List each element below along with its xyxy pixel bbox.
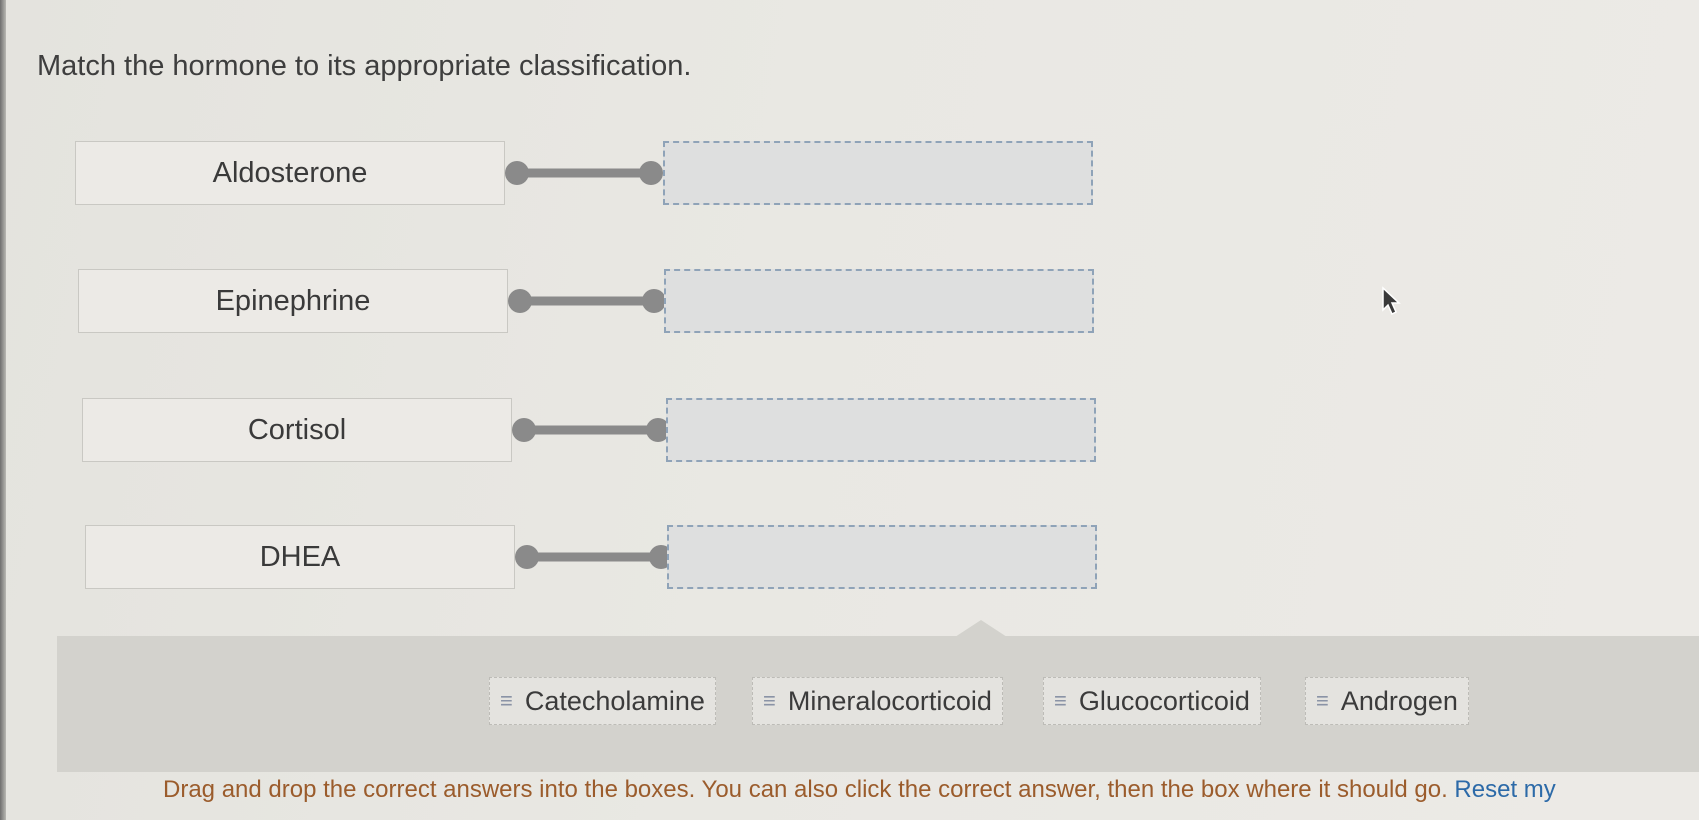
- answer-chip-label: Mineralocorticoid: [787, 685, 992, 716]
- answer-chip-mineralocorticoid[interactable]: ≡ Mineralocorticoid: [752, 677, 1003, 725]
- hormone-label: Aldosterone: [212, 156, 368, 189]
- answer-chip-catecholamine[interactable]: ≡ Catecholamine: [489, 677, 716, 725]
- hormone-label-box: DHEA: [85, 525, 515, 589]
- drop-zone[interactable]: [663, 141, 1093, 205]
- mouse-pointer-icon: [1382, 286, 1401, 316]
- hormone-label: Cortisol: [247, 413, 347, 446]
- drag-handle-icon: ≡: [1054, 688, 1067, 713]
- answer-chip-androgen[interactable]: ≡ Androgen: [1305, 677, 1469, 725]
- instructions-text: Drag and drop the correct answers into t…: [163, 776, 1556, 804]
- hormone-label-box: Cortisol: [82, 398, 512, 462]
- answer-chip-glucocorticoid[interactable]: ≡ Glucocorticoid: [1043, 677, 1261, 725]
- hormone-label: Epinephrine: [215, 284, 371, 317]
- reset-link[interactable]: Reset my: [1454, 776, 1555, 803]
- drag-handle-icon: ≡: [500, 688, 513, 713]
- drop-zone[interactable]: [664, 269, 1094, 333]
- hormone-label-box: Aldosterone: [75, 141, 505, 205]
- connector-icon: [515, 545, 673, 569]
- instructions-body: Drag and drop the correct answers into t…: [163, 776, 1448, 803]
- answer-chip-label: Catecholamine: [524, 685, 705, 716]
- drag-handle-icon: ≡: [1316, 688, 1329, 713]
- drop-zone[interactable]: [666, 398, 1096, 462]
- question-prompt: Match the hormone to its appropriate cla…: [37, 50, 692, 82]
- tray-pointer: [955, 620, 1007, 637]
- connector-icon: [512, 418, 670, 442]
- connector-icon: [508, 289, 666, 313]
- connector-icon: [505, 161, 663, 185]
- window-edge: [0, 0, 6, 820]
- answer-chip-label: Androgen: [1340, 685, 1458, 716]
- hormone-label: DHEA: [259, 540, 341, 573]
- drag-handle-icon: ≡: [763, 688, 776, 713]
- drop-zone[interactable]: [667, 525, 1097, 589]
- answer-chip-label: Glucocorticoid: [1078, 685, 1250, 716]
- hormone-label-box: Epinephrine: [78, 269, 508, 333]
